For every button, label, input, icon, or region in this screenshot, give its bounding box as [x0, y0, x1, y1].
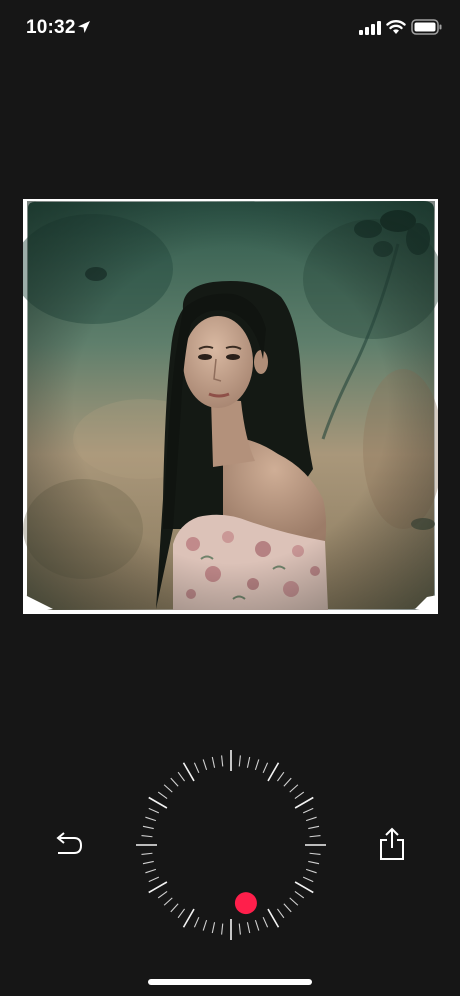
dial-tick — [305, 816, 317, 822]
dial-tick — [163, 897, 173, 906]
dial-tick — [157, 791, 168, 800]
portrait-photo-image — [23, 201, 438, 614]
dial-tick — [170, 777, 179, 787]
dial-tick — [221, 923, 224, 935]
dial-tick — [202, 919, 208, 931]
dial-tick — [157, 890, 168, 899]
adjustment-dial[interactable] — [134, 748, 328, 942]
dial-tick — [211, 756, 216, 768]
dial-indicator[interactable] — [234, 892, 257, 915]
dial-tick — [246, 756, 251, 768]
dial-tick — [177, 908, 186, 919]
dial-tick — [182, 908, 195, 928]
dial-tick — [302, 807, 314, 814]
dial-tick — [305, 868, 317, 874]
share-button[interactable] — [374, 826, 410, 862]
dial-tick — [283, 903, 292, 913]
dial-ticks — [136, 750, 326, 940]
dial-tick — [294, 796, 314, 809]
dial-tick — [193, 762, 200, 774]
dial-tick — [302, 876, 314, 883]
dial-tick — [182, 762, 195, 782]
dial-tick — [145, 868, 157, 874]
location-arrow-icon — [78, 21, 90, 33]
dial-tick — [309, 852, 321, 855]
share-icon — [380, 827, 404, 860]
status-bar: 10:32 — [0, 0, 460, 56]
dial-tick — [309, 835, 321, 838]
dial-tick — [238, 923, 241, 935]
dial-tick — [283, 777, 292, 787]
dial-tick — [294, 881, 314, 894]
dial-tick — [141, 835, 153, 838]
undo-arrow-icon — [56, 832, 83, 854]
undo-button[interactable] — [50, 830, 86, 862]
dial-tick — [202, 759, 208, 771]
dial-tick — [170, 903, 179, 913]
dial-tick — [145, 816, 157, 822]
wifi-icon — [386, 20, 406, 34]
dial-tick — [142, 860, 154, 865]
dial-tick — [294, 791, 305, 800]
edited-photo — [23, 199, 438, 614]
dial-tick — [246, 922, 251, 934]
dial-tick — [148, 807, 160, 814]
battery-icon — [411, 19, 442, 35]
dial-tick — [148, 796, 168, 809]
dial-tick — [262, 762, 269, 774]
dial-tick — [267, 762, 280, 782]
dial-tick — [289, 784, 299, 793]
dial-tick — [142, 825, 154, 830]
dial-tick — [254, 919, 260, 931]
dial-tick — [267, 908, 280, 928]
dial-tick — [308, 825, 320, 830]
cellular-signal-icon — [359, 21, 381, 35]
dial-tick — [148, 876, 160, 883]
dial-tick — [148, 881, 168, 894]
dial-tick — [294, 890, 305, 899]
dial-tick — [276, 908, 285, 919]
dial-tick — [289, 897, 299, 906]
dial-tick — [262, 916, 269, 928]
dial-tick — [238, 755, 241, 767]
dial-tick — [177, 771, 186, 782]
status-time: 10:32 — [26, 17, 76, 38]
home-indicator[interactable] — [148, 979, 312, 985]
dial-tick — [276, 771, 285, 782]
dial-tick — [308, 860, 320, 865]
dial-tick — [254, 759, 260, 771]
dial-tick — [221, 755, 224, 767]
dial-tick — [211, 922, 216, 934]
dial-tick — [141, 852, 153, 855]
dial-tick — [163, 784, 173, 793]
dial-tick — [193, 916, 200, 928]
